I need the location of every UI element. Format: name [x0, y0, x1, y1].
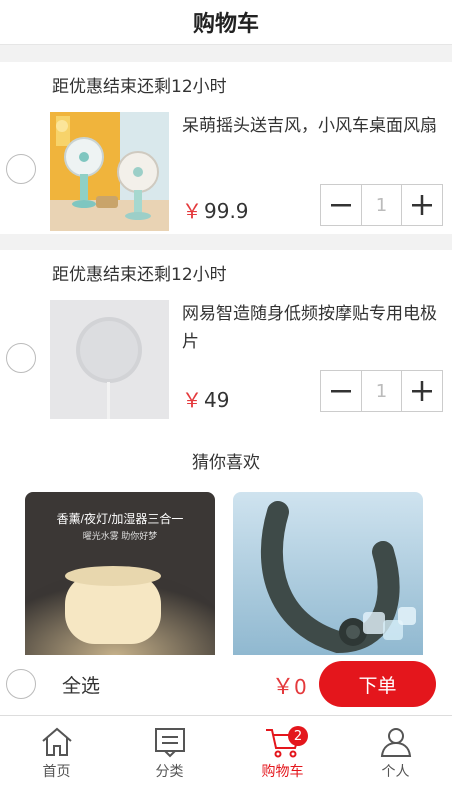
tab-label: 购物车: [261, 764, 304, 780]
quantity-stepper: 1: [320, 370, 443, 412]
checkout-bar: 全选 ￥0 下单: [0, 655, 452, 716]
top-bar: 购物车: [0, 0, 452, 45]
cart-count-badge: 2: [288, 726, 308, 746]
product-image-fan[interactable]: [50, 112, 169, 231]
recommend-product-humidifier[interactable]: 香薰/夜灯/加湿器三合一 曜光水雾 助你好梦: [25, 492, 215, 660]
item-select-checkbox[interactable]: [6, 154, 36, 184]
recommend-title: 猜你喜欢: [192, 453, 260, 473]
product-price: ￥ 49: [182, 384, 229, 413]
minus-icon: [331, 204, 351, 207]
tab-label: 分类: [155, 764, 184, 780]
select-all-label[interactable]: 全选: [62, 671, 100, 698]
place-order-button[interactable]: 下单: [319, 661, 436, 707]
plus-icon: [412, 195, 432, 215]
increase-button[interactable]: [402, 371, 442, 411]
promo-overlay-title: 香薰/夜灯/加湿器三合一: [57, 511, 184, 526]
tab-category[interactable]: 分类: [113, 716, 226, 800]
select-all-checkbox[interactable]: [6, 669, 36, 699]
home-icon: [41, 727, 72, 756]
tab-label: 个人: [381, 764, 410, 780]
promo-deadline: 距优惠结束还剩12小时: [52, 77, 227, 97]
item-select-checkbox[interactable]: [6, 343, 36, 373]
decrease-button[interactable]: [321, 185, 361, 225]
price-value: 49: [204, 388, 230, 412]
minus-icon: [331, 390, 351, 393]
recommend-product-neck-fan[interactable]: [233, 492, 423, 660]
product-name[interactable]: 呆萌摇头送吉风，小风车桌面风扇: [182, 112, 448, 140]
quantity-value[interactable]: 1: [361, 185, 402, 225]
currency-symbol: ￥: [182, 199, 202, 223]
user-icon: [380, 728, 411, 757]
decrease-button[interactable]: [321, 371, 361, 411]
product-image-massage-pad[interactable]: [50, 300, 169, 419]
cart-item: 距优惠结束还剩12小时 网易智造随身低频按摩贴专用电极片 ￥ 49 1: [0, 250, 452, 430]
promo-deadline: 距优惠结束还剩12小时: [52, 265, 227, 285]
tab-home[interactable]: 首页: [0, 716, 113, 800]
tab-cart[interactable]: 2 购物车: [226, 716, 339, 800]
increase-button[interactable]: [402, 185, 442, 225]
bottom-tab-bar: 首页 分类 2 购物车 个人: [0, 716, 452, 800]
currency-symbol: ￥: [182, 388, 202, 412]
product-name[interactable]: 网易智造随身低频按摩贴专用电极片: [182, 300, 448, 356]
product-price: ￥ 99.9: [182, 195, 249, 224]
cart-item: 距优惠结束还剩12小时 呆萌摇头送吉风，小风车桌面风扇 ￥ 99.9 1: [0, 62, 452, 234]
tab-profile[interactable]: 个人: [339, 716, 452, 800]
currency-symbol: ￥: [272, 675, 295, 700]
promo-overlay-subtitle: 曜光水雾 助你好梦: [83, 530, 158, 541]
price-value: 99.9: [204, 199, 249, 223]
total-price: ￥0: [272, 669, 307, 701]
category-icon: [154, 728, 185, 758]
quantity-value[interactable]: 1: [361, 371, 402, 411]
tab-label: 首页: [42, 764, 71, 780]
page-title: 购物车: [192, 12, 259, 37]
plus-icon: [412, 381, 432, 401]
total-value: 0: [294, 675, 307, 699]
quantity-stepper: 1: [320, 184, 443, 226]
recommend-section: 猜你喜欢 香薰/夜灯/加湿器三合一 曜光水雾 助你好梦: [0, 430, 452, 660]
